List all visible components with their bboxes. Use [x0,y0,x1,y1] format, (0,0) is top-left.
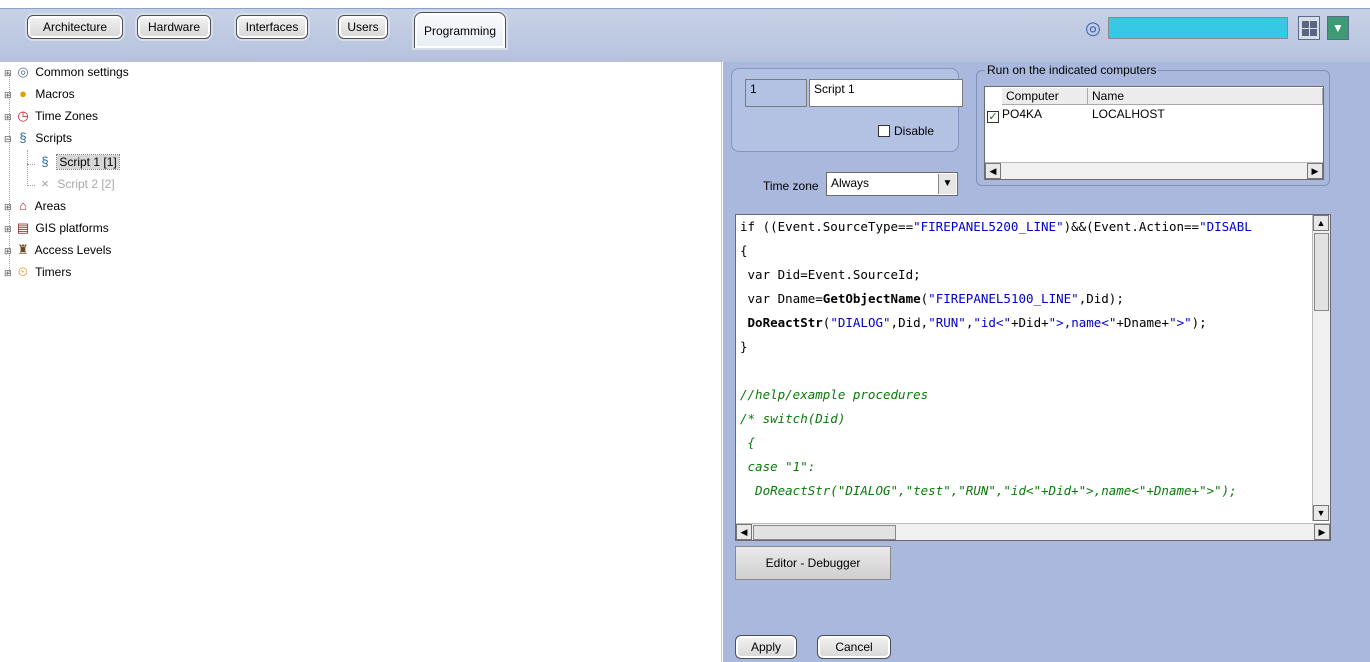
editor-vertical-scrollbar[interactable]: ▲ ▼ [1312,215,1330,521]
tree-connector [27,185,35,186]
expand-icon[interactable]: ⊞ [4,85,14,105]
tab-users[interactable]: Users [338,15,388,39]
run-on-computers-group: Run on the indicated computers Computer … [976,63,1330,186]
checked-icon[interactable]: ✓ [987,111,999,123]
tree-connector [27,150,28,186]
disable-checkbox[interactable]: Disable [878,124,934,138]
tree-item-timers[interactable]: ⊞ ⏲ Timers [4,262,71,282]
scroll-left-icon[interactable]: ◀ [985,163,1001,179]
tree-item-script-1[interactable]: § Script 1 [1] [36,152,120,172]
script-name-field[interactable]: Script 1 [809,79,963,107]
name-cell[interactable]: LOCALHOST [1092,106,1165,122]
script-code-editor[interactable]: if ((Event.SourceType=="FIREPANEL5200_LI… [735,214,1331,541]
code-line: { [740,243,748,258]
editor-horizontal-scrollbar[interactable]: ◀ ▶ [736,523,1330,540]
tree-connector [27,164,35,165]
code-line: /* switch(Did) [740,411,846,426]
gear-icon: ◎ [17,64,29,79]
expand-icon[interactable]: ⊞ [4,241,14,261]
tab-interfaces[interactable]: Interfaces [236,15,308,39]
computer-cell[interactable]: PO4KA [1002,106,1042,122]
tree-item-gis-platforms[interactable]: ⊞ ▤ GIS platforms [4,218,109,238]
time-zone-value: Always [831,176,870,190]
tree-item-script-2[interactable]: × Script 2 [2] [36,174,115,194]
code-line: case "1": [740,459,816,474]
object-tree: ⊞ ◎ Common settings ⊞ ● Macros ⊞ ◷ Time Zon… [0,62,722,662]
macro-icon: ● [19,86,27,101]
cancel-button[interactable]: Cancel [817,635,891,659]
clock-icon: ◷ [17,108,29,123]
time-zone-label: Time zone [763,179,819,193]
chevron-down-icon[interactable]: ▼ [938,174,956,194]
disable-label: Disable [894,124,935,138]
expand-icon[interactable]: ⊞ [4,263,14,283]
scroll-left-icon[interactable]: ◀ [736,524,752,540]
tab-architecture[interactable]: Architecture [27,15,123,39]
list-horizontal-scrollbar[interactable]: ◀ ▶ [985,162,1323,179]
scroll-right-icon[interactable]: ▶ [1307,163,1323,179]
code-line: } [740,339,748,354]
column-header-computer[interactable]: Computer [1002,88,1088,105]
script-icon: § [41,154,49,169]
scroll-down-icon[interactable]: ▼ [1313,505,1329,521]
tree-item-access-levels[interactable]: ⊞ ♜ Access Levels [4,240,111,260]
top-tab-bar: Architecture Hardware Interfaces Users P… [0,0,1370,62]
layout-grid-button[interactable] [1298,16,1320,40]
editor-debugger-button[interactable]: Editor - Debugger [735,546,891,580]
tab-programming[interactable]: Programming [414,12,506,48]
scroll-right-icon[interactable]: ▶ [1314,524,1330,540]
status-field [1108,17,1288,39]
script-id-field: 1 [745,79,807,107]
map-icon: ▤ [16,220,30,235]
code-line: DoReactStr("DIALOG","test","RUN","id<"+D… [740,483,1237,498]
code-line: var Dname=GetObjectName("FIREPANEL5100_L… [740,291,1124,306]
tab-hardware[interactable]: Hardware [137,15,211,39]
scroll-thumb[interactable] [753,525,896,540]
script-properties-panel: 1 Script 1 Disable Run on the indicated … [723,62,1370,662]
collapse-icon[interactable]: ⊟ [4,129,14,149]
scroll-thumb[interactable] [1314,233,1329,311]
tree-item-time-zones[interactable]: ⊞ ◷ Time Zones [4,106,98,126]
dropdown-arrow-button[interactable]: ▼ [1327,16,1349,40]
tree-item-macros[interactable]: ⊞ ● Macros [4,84,75,104]
run-on-title: Run on the indicated computers [985,63,1159,77]
connection-icon[interactable]: ◎ [1083,18,1103,38]
tree-item-areas[interactable]: ⊞ ⌂ Areas [4,196,66,216]
checkbox-box[interactable] [878,125,890,137]
scroll-up-icon[interactable]: ▲ [1313,215,1329,231]
script-icon: § [19,130,27,145]
code-line: if ((Event.SourceType=="FIREPANEL5200_LI… [740,219,1252,234]
script-id-group: 1 Script 1 Disable [731,68,963,152]
access-levels-icon: ♜ [17,242,29,257]
code-line: //help/example procedures [740,387,929,402]
column-header-name[interactable]: Name [1088,88,1323,105]
alarm-clock-icon: ⏲ [17,264,29,279]
disabled-x-icon: × [41,176,49,191]
expand-icon[interactable]: ⊞ [4,63,14,83]
expand-icon[interactable]: ⊞ [4,219,14,239]
computer-row-checkbox[interactable]: ✓ [987,106,1003,123]
computers-list: Computer Name ✓ PO4KA LOCALHOST ◀ ▶ [984,86,1324,180]
code-line: { [740,435,756,450]
code-line: DoReactStr("DIALOG",Did,"RUN","id<"+Did+… [747,315,1207,330]
expand-icon[interactable]: ⊞ [4,107,14,127]
house-icon: ⌂ [19,198,27,213]
tree-item-scripts[interactable]: ⊟ § Scripts [4,128,72,148]
tree-item-common-settings[interactable]: ⊞ ◎ Common settings [4,62,129,82]
apply-button[interactable]: Apply [735,635,797,659]
expand-icon[interactable]: ⊞ [4,197,14,217]
code-line: var Did=Event.SourceId; [740,267,921,282]
time-zone-select[interactable]: Always ▼ [826,172,958,196]
